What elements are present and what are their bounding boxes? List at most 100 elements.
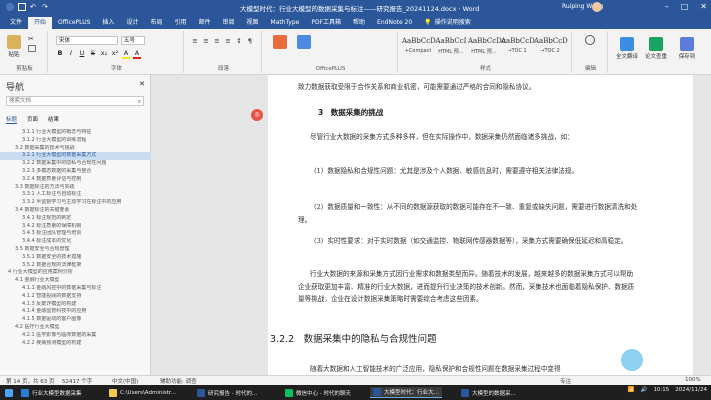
search-icon[interactable]: ⌕ — [138, 97, 141, 106]
plagiarism-check-button[interactable]: 论文查重 — [643, 35, 669, 60]
nav-heading-item[interactable]: 3.2.1 行业大模型的数据采集方式 — [0, 152, 151, 161]
officeplus-button[interactable] — [270, 33, 290, 50]
editing-button[interactable] — [580, 33, 600, 46]
cut-icon[interactable]: ✂ — [28, 35, 34, 43]
nav-heading-item[interactable]: 4.1.5 数据驱动的客户画像 — [0, 316, 151, 324]
style-toc-1[interactable]: AaBbCcD →TOC 1 — [501, 37, 535, 65]
avatar[interactable] — [592, 2, 602, 12]
nav-heading-item[interactable]: 3.5 数据安全与合规管理 — [0, 246, 151, 254]
tab-pdf[interactable]: PDF工具箱 — [305, 17, 347, 29]
nav-heading-item[interactable]: 3.3.1 人工标注与自动标注 — [0, 191, 151, 199]
line-spacing-button[interactable]: ↕ — [235, 37, 243, 45]
tab-references[interactable]: 引用 — [168, 17, 192, 29]
font-name-select[interactable]: 宋体 — [56, 36, 118, 45]
floating-assistant-icon[interactable] — [621, 349, 643, 371]
volume-icon[interactable]: 🔊 — [641, 387, 648, 393]
nav-heading-item[interactable]: 4.1.4 金融监管科技中的应用 — [0, 308, 151, 316]
show-marks-button[interactable]: ¶ — [246, 37, 254, 45]
underline-button[interactable]: U — [78, 49, 86, 59]
style-toc-2[interactable]: AaBbCcD →TOC 2 — [534, 37, 568, 65]
subscript-button[interactable]: x₂ — [100, 49, 108, 59]
save-to-button[interactable]: 保存到 — [674, 35, 700, 60]
zoom-level[interactable]: 100% — [685, 377, 701, 383]
align-center-button[interactable]: ≡ — [202, 37, 210, 45]
highlight-button[interactable]: A — [122, 49, 130, 59]
nav-heading-item[interactable]: 4.1.3 反欺诈模型的构建 — [0, 301, 151, 309]
nav-heading-item[interactable]: 3.2 数据采集的技术与挑战 — [0, 145, 151, 153]
start-button[interactable] — [2, 387, 16, 398]
nav-heading-item[interactable]: 3.2.4 数据质量评估与控制 — [0, 176, 151, 184]
taskbar-item[interactable]: 研究报告 - 时代的… — [194, 387, 260, 398]
redo-icon[interactable]: ↷ — [42, 3, 50, 11]
font-size-select[interactable]: 五号 — [121, 36, 145, 45]
taskbar-item[interactable]: 大模型时代：行业大… — [370, 387, 443, 398]
maximize-button[interactable]: □ — [681, 2, 689, 11]
date[interactable]: 2024/11/24 — [675, 387, 707, 393]
nav-heading-item[interactable]: 3.4 数据标注的关键要素 — [0, 207, 151, 215]
tab-layout[interactable]: 布局 — [144, 17, 168, 29]
nav-heading-item[interactable]: 3.2.3 多模态数据的采集与整合 — [0, 168, 151, 176]
nav-heading-item[interactable]: 4.1 金融行业大模型 — [0, 277, 151, 285]
tab-home[interactable]: 开始 — [28, 17, 53, 29]
nav-heading-item[interactable]: 4.2 医疗行业大模型 — [0, 324, 151, 332]
translate-button[interactable]: 全文翻译 — [614, 35, 640, 60]
nav-heading-item[interactable]: 4.1.1 金融风控中的数据采集与标注 — [0, 285, 151, 293]
tab-mathtype[interactable]: MathType — [265, 17, 306, 29]
taskbar-item[interactable]: 微信中心 - 时代的聊天 — [282, 387, 354, 398]
italic-button[interactable]: I — [67, 49, 75, 59]
tab-help[interactable]: 帮助 — [347, 17, 371, 29]
tab-results[interactable]: 结果 — [48, 115, 59, 124]
nav-heading-item[interactable]: 4 行业大模型的应用案例分析 — [0, 269, 151, 277]
nav-heading-item[interactable]: 3.4.4 标注成本的优化 — [0, 238, 151, 246]
nav-heading-item[interactable]: 3.5.1 数据安全的技术措施 — [0, 254, 151, 262]
nav-heading-item[interactable]: 4.2.2 疾病预测模型的构建 — [0, 340, 151, 348]
style-html-1[interactable]: AaBbCcI HTML 预… — [435, 37, 467, 65]
strikethrough-button[interactable]: S — [89, 49, 97, 59]
tab-pages[interactable]: 页面 — [27, 115, 38, 124]
officeplus-button-2[interactable] — [294, 33, 314, 50]
tab-endnote[interactable]: EndNote 20 — [371, 17, 418, 29]
tab-headings[interactable]: 标题 — [6, 115, 18, 124]
style-html-2[interactable]: AaBbCcDc HTML 预… — [468, 37, 506, 65]
tab-mailings[interactable]: 邮件 — [192, 17, 216, 29]
search-input[interactable]: 搜索文档 ⌕ — [6, 96, 144, 106]
focus-button[interactable]: 专注 — [560, 377, 571, 385]
taskbar-item[interactable]: 行业大模型数据采集 — [18, 387, 85, 398]
nav-heading-item[interactable]: 3.1.2 行业大模型的训练流程 — [0, 137, 151, 145]
autosave-icon[interactable] — [6, 3, 14, 11]
nav-heading-item[interactable]: 3.1.1 行业大模型的概念与特征 — [0, 129, 151, 137]
style-compact[interactable]: AaBbCcD +Compact — [402, 37, 436, 65]
nav-heading-item[interactable]: 3.4.3 标注团队管理与培训 — [0, 230, 151, 238]
network-icon[interactable]: 📶 — [628, 387, 635, 393]
clock[interactable]: 10:15 — [653, 387, 669, 393]
page-count[interactable]: 第 14 页，共 63 页 — [6, 377, 55, 385]
taskbar-item[interactable]: 大模型的数据采… — [458, 387, 519, 398]
nav-heading-item[interactable]: 3.2.2 数据采集中的隐私与合规性问题 — [0, 160, 151, 168]
align-right-button[interactable]: ≡ — [213, 37, 221, 45]
tab-file[interactable]: 文件 — [4, 17, 28, 29]
document-page[interactable]: 致力数据获取受限于合作关系和商业机密，可能需要通过严格的合同和隐私协议。 3 数… — [268, 75, 693, 375]
tab-review[interactable]: 审阅 — [217, 17, 241, 29]
minimize-button[interactable]: – — [665, 2, 669, 11]
nav-heading-item[interactable]: 3.5.2 数据合规的法律框架 — [0, 262, 151, 270]
nav-heading-item[interactable]: 3.4.2 标注质量的保障机制 — [0, 223, 151, 231]
paste-button[interactable]: 粘贴 — [4, 33, 24, 58]
undo-icon[interactable]: ↶ — [30, 3, 38, 11]
tab-design[interactable]: 设计 — [120, 17, 144, 29]
word-count[interactable]: 52417 个字 — [62, 377, 92, 385]
nav-heading-item[interactable]: 4.2.1 医学影像与临床数据的采集 — [0, 332, 151, 340]
language-status[interactable]: 中文(中国) — [112, 377, 138, 385]
justify-button[interactable]: ≡ — [224, 37, 232, 45]
taskbar-item[interactable]: C:\Users\Administr... — [106, 387, 179, 398]
nav-heading-item[interactable]: 4.1.2 智能投顾的数据支持 — [0, 293, 151, 301]
copy-icon[interactable] — [28, 45, 36, 52]
close-button[interactable]: ✕ — [700, 2, 707, 11]
nav-heading-item[interactable]: 3.4.1 标注规范的制定 — [0, 215, 151, 223]
font-color-button[interactable]: A — [133, 49, 141, 59]
assistant-badge-icon[interactable]: ◎ — [251, 109, 263, 121]
bold-button[interactable]: B — [56, 49, 64, 59]
tab-view[interactable]: 视图 — [241, 17, 265, 29]
tell-me-search[interactable]: 💡 操作说明搜索 — [424, 17, 471, 29]
close-icon[interactable]: ✕ — [139, 80, 145, 88]
tab-insert[interactable]: 插入 — [96, 17, 120, 29]
